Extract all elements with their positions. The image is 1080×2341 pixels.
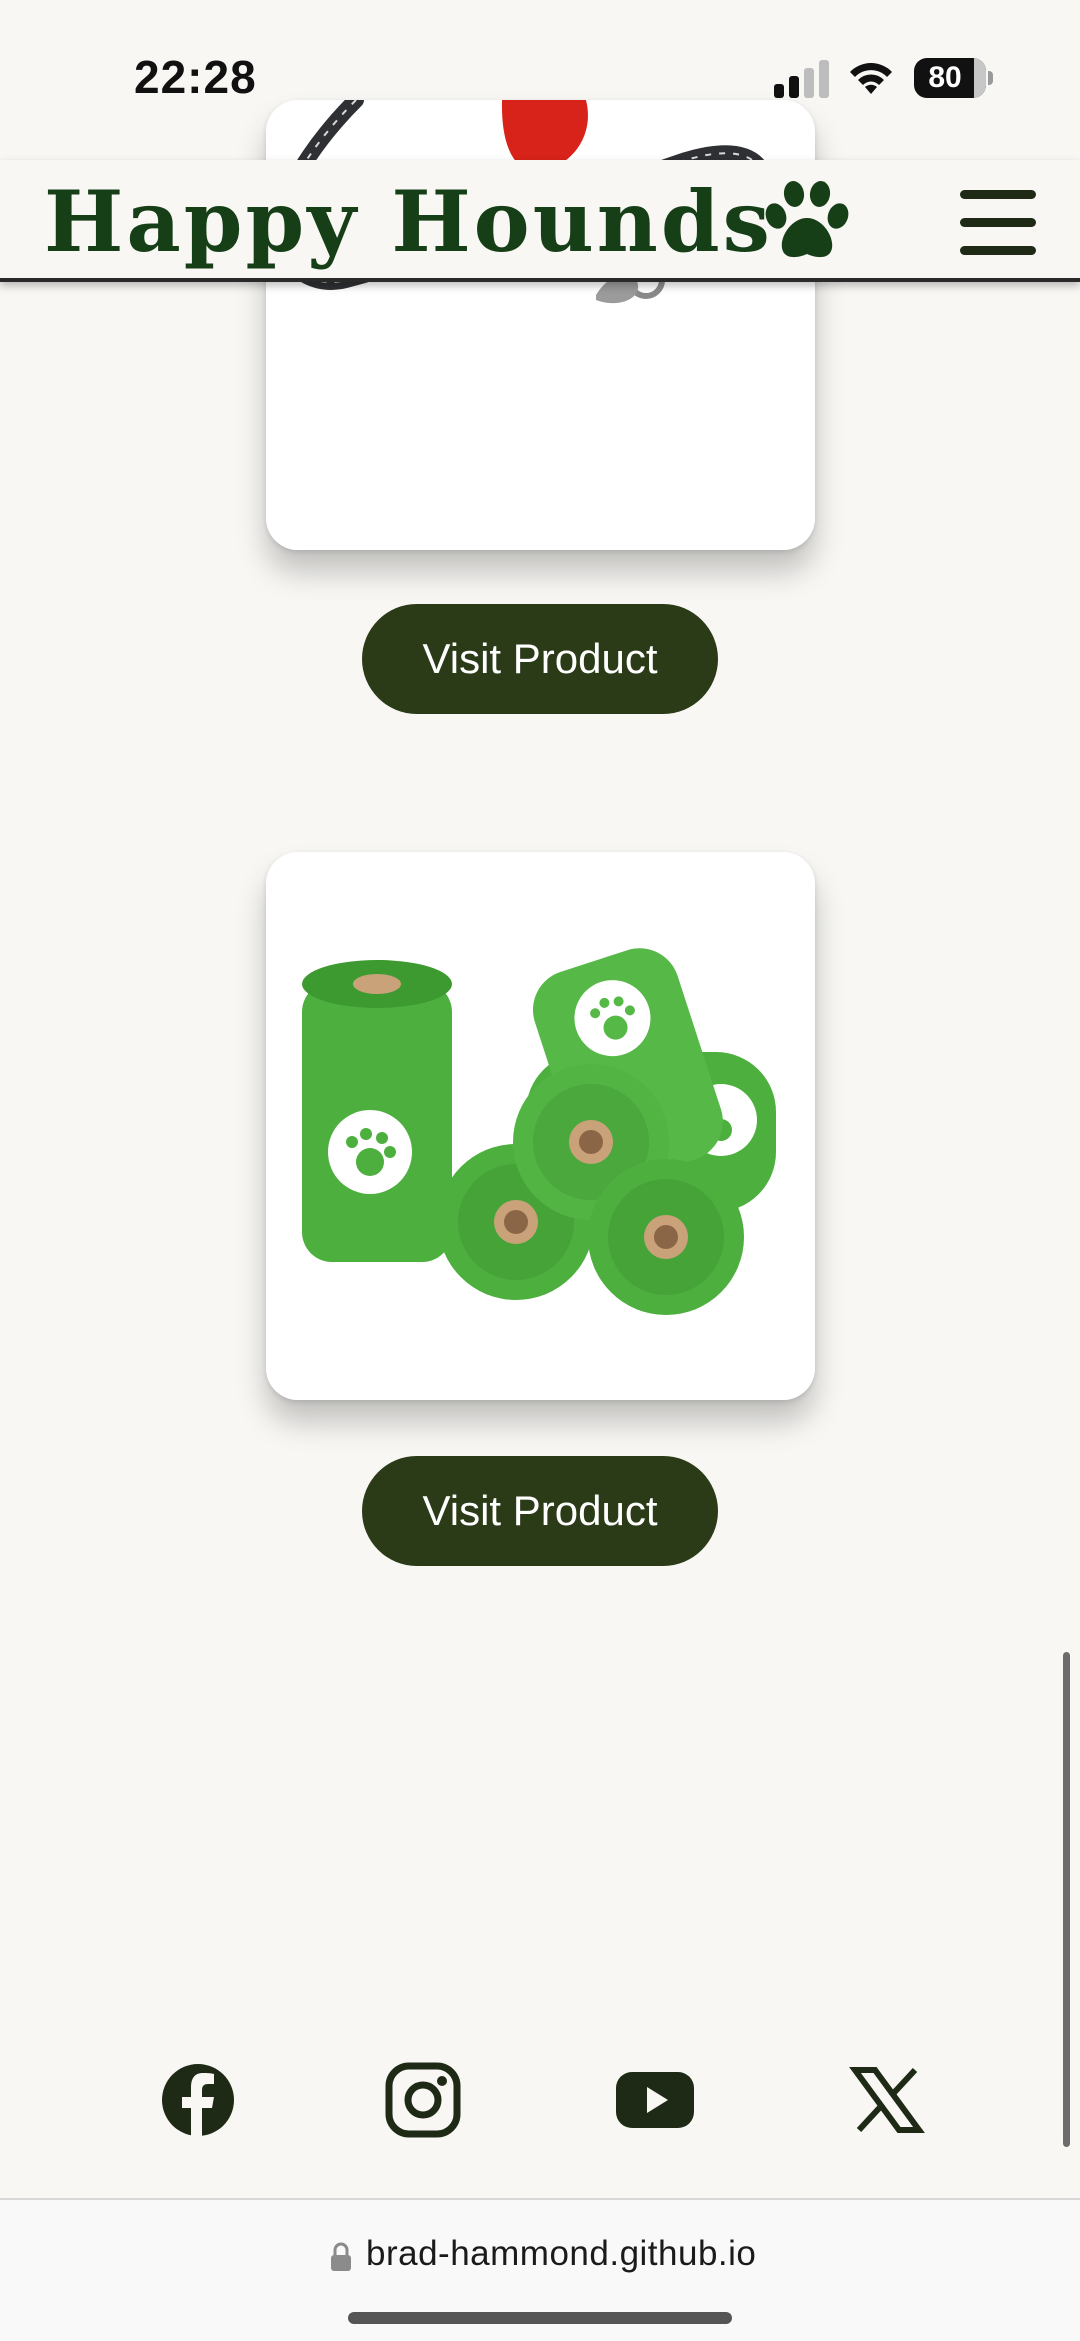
home-indicator[interactable] — [348, 2312, 732, 2324]
url-text[interactable]: brad-hammond.github.io — [366, 2234, 756, 2274]
paw-icon — [765, 181, 849, 258]
instagram-icon[interactable] — [383, 2060, 463, 2140]
battery-icon: 80 — [914, 58, 986, 98]
battery-level: 80 — [928, 61, 962, 94]
signal-icon — [774, 60, 829, 98]
facebook-icon[interactable] — [158, 2060, 238, 2140]
status-time: 22:28 — [134, 51, 257, 103]
menu-bar — [960, 218, 1036, 227]
poop-bag-rolls-image — [266, 852, 815, 1400]
product-card-poop-bags — [266, 852, 815, 1400]
menu-bar — [960, 246, 1036, 255]
visit-product-button[interactable]: Visit Product — [362, 1456, 718, 1566]
x-icon[interactable] — [847, 2060, 927, 2140]
browser-url-bar[interactable]: brad-hammond.github.io — [0, 2198, 1080, 2341]
menu-bar — [960, 190, 1036, 199]
youtube-icon[interactable] — [614, 2060, 696, 2140]
hamburger-menu-icon[interactable] — [958, 186, 1038, 258]
battery-empty-segment — [974, 58, 986, 98]
visit-product-button[interactable]: Visit Product — [362, 604, 718, 714]
lock-icon — [331, 2242, 351, 2271]
site-title[interactable]: Happy Hounds — [44, 174, 773, 270]
battery-tip — [988, 71, 993, 85]
wifi-icon — [850, 63, 892, 94]
site-header: Happy Hounds — [0, 160, 1080, 282]
scrollbar[interactable] — [1063, 1652, 1070, 2147]
